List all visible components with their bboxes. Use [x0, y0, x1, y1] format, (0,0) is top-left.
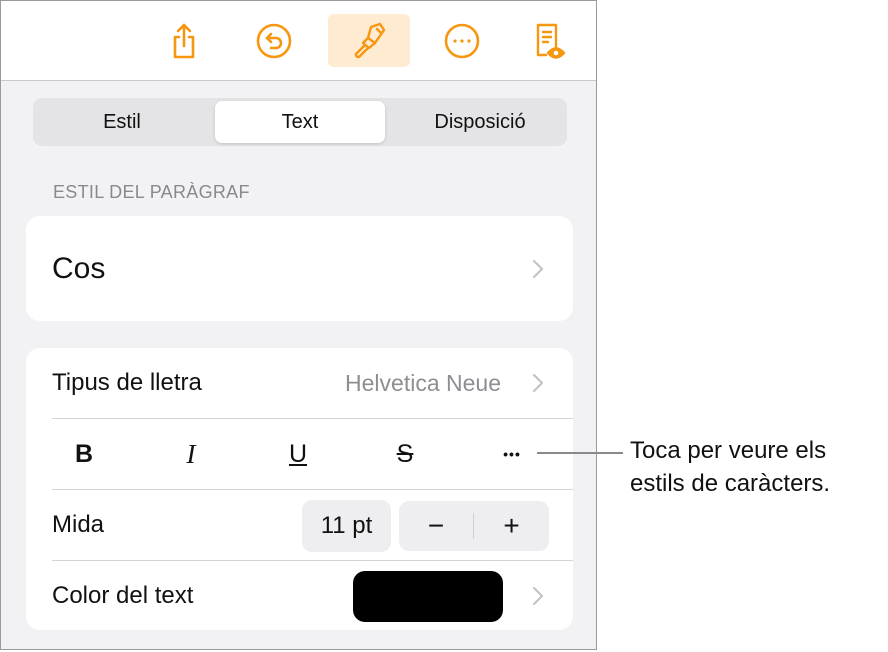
tab-estil[interactable]: Estil	[37, 101, 207, 143]
more-icon	[444, 23, 480, 58]
toolbar	[1, 1, 596, 81]
paintbrush-icon	[354, 22, 386, 58]
font-value: Helvetica Neue	[345, 369, 501, 396]
font-row[interactable]: Tipus de lletra Helvetica Neue	[52, 348, 573, 418]
format-buttons-row: B I U S •••	[26, 419, 573, 489]
decrease-size-button[interactable]: −	[399, 501, 473, 551]
underline-button[interactable]: U	[268, 419, 328, 489]
paragraph-style-value: Cos	[52, 251, 106, 285]
tab-disposicio[interactable]: Disposició	[395, 101, 565, 143]
share-button[interactable]	[144, 14, 224, 67]
chevron-right-icon	[532, 586, 544, 605]
undo-icon	[256, 23, 292, 58]
callout-line	[537, 452, 623, 454]
character-card: Tipus de lletra Helvetica Neue B I U S •…	[26, 348, 573, 630]
size-label: Mida	[52, 511, 105, 538]
reading-view-button[interactable]	[509, 14, 589, 67]
text-color-swatch[interactable]	[353, 571, 503, 622]
paragraph-style-card[interactable]: Cos	[26, 216, 573, 321]
text-color-label: Color del text	[52, 581, 194, 609]
inspector-tabs: Estil Text Disposició	[33, 98, 567, 146]
chevron-right-icon	[532, 373, 544, 393]
share-icon	[173, 23, 195, 58]
callout-line-1: Toca per veure els	[630, 437, 827, 464]
italic-button[interactable]: I	[161, 419, 221, 489]
chevron-right-icon	[532, 259, 544, 278]
bold-button[interactable]: B	[54, 419, 114, 489]
callout-text: Toca per veure els estils de caràcters.	[630, 434, 830, 500]
undo-button[interactable]	[234, 14, 314, 67]
font-label: Tipus de lletra	[52, 369, 202, 396]
strikethrough-button[interactable]: S	[375, 419, 435, 489]
font-size-stepper: − +	[399, 501, 549, 551]
callout-line-2: estils de caràcters.	[630, 470, 831, 497]
format-panel: Estil Text Disposició ESTIL DEL PARÀGRAF…	[0, 0, 597, 650]
tab-text[interactable]: Text	[215, 101, 385, 143]
paragraph-style-heading: ESTIL DEL PARÀGRAF	[53, 182, 250, 202]
more-text-options-button[interactable]: •••	[482, 419, 542, 489]
document-preview-icon	[536, 23, 566, 59]
more-button[interactable]	[422, 14, 502, 67]
increase-size-button[interactable]: +	[474, 501, 549, 551]
format-button[interactable]	[328, 14, 410, 67]
font-size-value[interactable]: 11 pt	[302, 500, 391, 552]
paragraph-style-row[interactable]: Cos	[52, 216, 573, 321]
